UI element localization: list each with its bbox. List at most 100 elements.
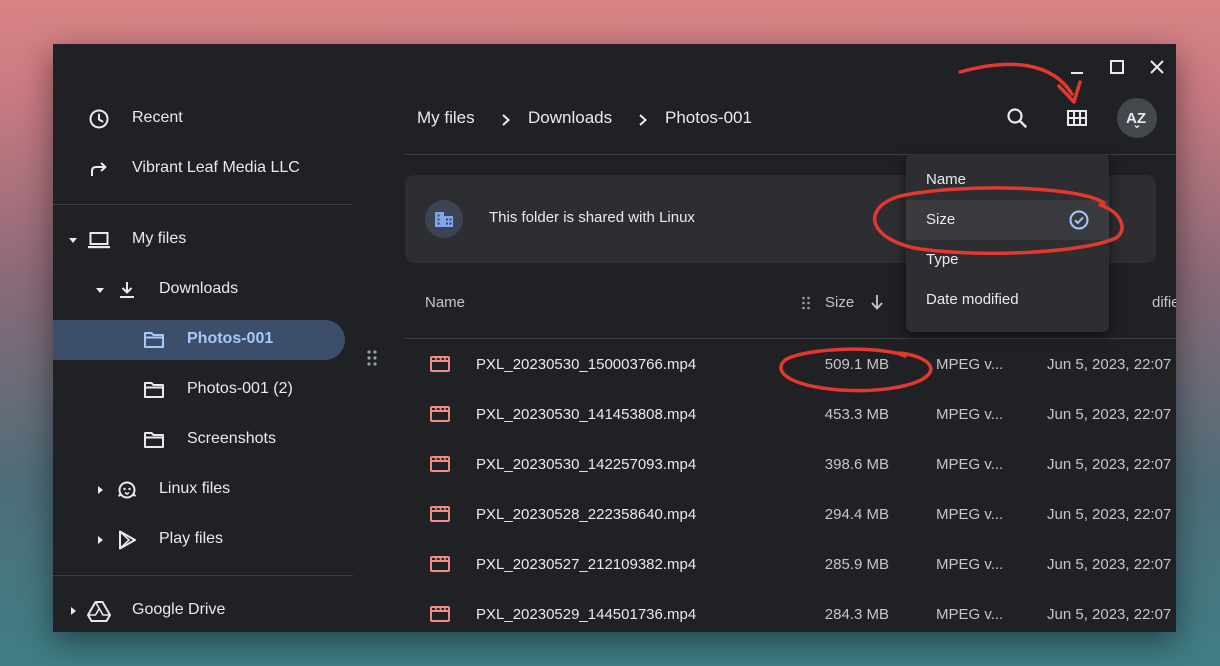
penguin-icon <box>115 478 139 502</box>
folder-icon <box>142 428 166 452</box>
sort-button[interactable]: AZ <box>1117 98 1157 138</box>
breadcrumb-downloads[interactable]: Downloads <box>528 108 612 128</box>
sort-menu-item-type[interactable]: Type <box>906 240 1109 280</box>
sort-az-icon: AZ <box>1126 110 1146 129</box>
maximize-icon[interactable] <box>1104 54 1130 80</box>
file-name: PXL_20230530_150003766.mp4 <box>476 356 697 373</box>
collapsed-arrow-icon[interactable] <box>92 482 108 498</box>
sidebar-item-label: Google Drive <box>132 601 226 618</box>
file-name: PXL_20230527_212109382.mp4 <box>476 556 697 573</box>
sidebar: Recent Vibrant Leaf Media LLC My files D… <box>53 44 377 632</box>
sidebar-item-label: Screenshots <box>187 430 276 447</box>
close-icon[interactable] <box>1144 54 1170 80</box>
main-panel: My files Downloads Photos-001 AZ This fo… <box>405 44 1176 632</box>
file-type: MPEG v... <box>936 506 1004 523</box>
sidebar-item-recent[interactable]: Recent <box>53 99 353 139</box>
sidebar-item-label: My files <box>132 230 187 247</box>
file-type: MPEG v... <box>936 406 1004 423</box>
sidebar-item-google-drive[interactable]: Google Drive <box>53 591 353 631</box>
sidebar-item-label: Recent <box>132 109 183 126</box>
sidebar-item-my-files[interactable]: My files <box>53 220 353 260</box>
file-name: PXL_20230530_141453808.mp4 <box>476 406 697 423</box>
file-date: Jun 5, 2023, 22:07 <box>1047 506 1172 523</box>
chevron-right-icon <box>499 112 513 128</box>
sidebar-item-photos-001-2[interactable]: Photos-001 (2) <box>53 370 353 410</box>
video-file-icon <box>429 354 451 374</box>
menu-item-label: Size <box>926 211 956 228</box>
file-date: Jun 5, 2023, 22:07 <box>1047 456 1172 473</box>
sidebar-item-label: Linux files <box>159 480 231 497</box>
sidebar-item-screenshots[interactable]: Screenshots <box>53 420 353 460</box>
expand-arrow-icon[interactable] <box>92 282 108 298</box>
files-app-window: Recent Vibrant Leaf Media LLC My files D… <box>53 44 1176 632</box>
file-size: 294.4 MB <box>824 506 889 523</box>
file-type: MPEG v... <box>936 556 1004 573</box>
sidebar-item-play-files[interactable]: Play files <box>53 520 353 560</box>
file-size: 509.1 MB <box>824 356 889 373</box>
column-header-size[interactable]: Size <box>825 294 854 311</box>
download-icon <box>115 278 139 302</box>
menu-item-label: Date modified <box>926 291 1019 308</box>
sort-menu-item-date-modified[interactable]: Date modified <box>906 280 1109 320</box>
sort-menu: Name Size Type Date modified <box>906 154 1109 332</box>
play-store-icon <box>115 528 139 552</box>
list-divider <box>405 338 1176 339</box>
column-header-name[interactable]: Name <box>425 294 465 311</box>
sidebar-divider <box>53 204 353 205</box>
file-row[interactable]: PXL_20230527_212109382.mp4 285.9 MB MPEG… <box>405 540 1176 590</box>
file-date: Jun 5, 2023, 22:07 <box>1047 406 1172 423</box>
file-name: PXL_20230530_142257093.mp4 <box>476 456 697 473</box>
sidebar-item-photos-001[interactable]: Photos-001 <box>53 320 345 360</box>
file-date: Jun 5, 2023, 22:07 <box>1047 606 1172 623</box>
sidebar-item-label: Photos-001 <box>187 330 274 347</box>
sidebar-divider <box>53 575 353 576</box>
collapsed-arrow-icon[interactable] <box>92 532 108 548</box>
column-header-date-modified[interactable]: dified <box>1152 294 1176 311</box>
file-row[interactable]: PXL_20230528_222358640.mp4 294.4 MB MPEG… <box>405 490 1176 540</box>
file-row[interactable]: PXL_20230530_150003766.mp4 509.1 MB MPEG… <box>405 340 1176 390</box>
banner-text: This folder is shared with Linux <box>489 209 695 226</box>
menu-item-label: Name <box>926 171 967 188</box>
collapsed-arrow-icon[interactable] <box>65 603 81 619</box>
svg-text:AZ: AZ <box>1126 110 1146 127</box>
breadcrumb-photos-001[interactable]: Photos-001 <box>665 108 752 128</box>
video-file-icon <box>429 554 451 574</box>
file-row[interactable]: PXL_20230530_141453808.mp4 453.3 MB MPEG… <box>405 390 1176 440</box>
sidebar-resize-handle-icon[interactable] <box>366 349 378 367</box>
sidebar-item-label: Photos-001 (2) <box>187 380 293 397</box>
check-circle-icon <box>1069 210 1089 230</box>
file-row[interactable]: PXL_20230529_144501736.mp4 284.3 MB MPEG… <box>405 590 1176 632</box>
menu-item-label: Type <box>926 251 959 268</box>
breadcrumb-my-files[interactable]: My files <box>417 108 475 128</box>
sort-menu-item-name[interactable]: Name <box>906 160 1109 200</box>
file-name: PXL_20230529_144501736.mp4 <box>476 606 697 623</box>
file-type: MPEG v... <box>936 606 1004 623</box>
google-drive-icon <box>87 599 111 623</box>
sort-descending-icon <box>869 293 885 315</box>
minimize-icon[interactable] <box>1064 54 1090 80</box>
grid-view-icon[interactable] <box>1057 98 1097 138</box>
sidebar-item-label: Vibrant Leaf Media LLC <box>132 159 300 176</box>
video-file-icon <box>429 604 451 624</box>
file-size: 398.6 MB <box>824 456 889 473</box>
sidebar-item-linux-files[interactable]: Linux files <box>53 470 353 510</box>
clock-icon <box>87 107 111 131</box>
file-size: 453.3 MB <box>824 406 889 423</box>
sidebar-item-label: Play files <box>159 530 224 547</box>
laptop-icon <box>87 228 111 252</box>
search-icon[interactable] <box>997 98 1037 138</box>
column-resize-icon[interactable] <box>801 295 811 311</box>
sidebar-item-shared-org[interactable]: Vibrant Leaf Media LLC <box>53 149 353 189</box>
file-date: Jun 5, 2023, 22:07 <box>1047 356 1172 373</box>
sort-menu-item-size[interactable]: Size <box>906 200 1109 240</box>
file-type: MPEG v... <box>936 356 1004 373</box>
share-arrow-icon <box>87 157 111 181</box>
expand-arrow-icon[interactable] <box>65 232 81 248</box>
linux-building-icon <box>425 200 463 238</box>
file-date: Jun 5, 2023, 22:07 <box>1047 556 1172 573</box>
file-row[interactable]: PXL_20230530_142257093.mp4 398.6 MB MPEG… <box>405 440 1176 490</box>
sidebar-item-downloads[interactable]: Downloads <box>53 270 353 310</box>
chevron-right-icon <box>636 112 650 128</box>
video-file-icon <box>429 404 451 424</box>
file-name: PXL_20230528_222358640.mp4 <box>476 506 697 523</box>
